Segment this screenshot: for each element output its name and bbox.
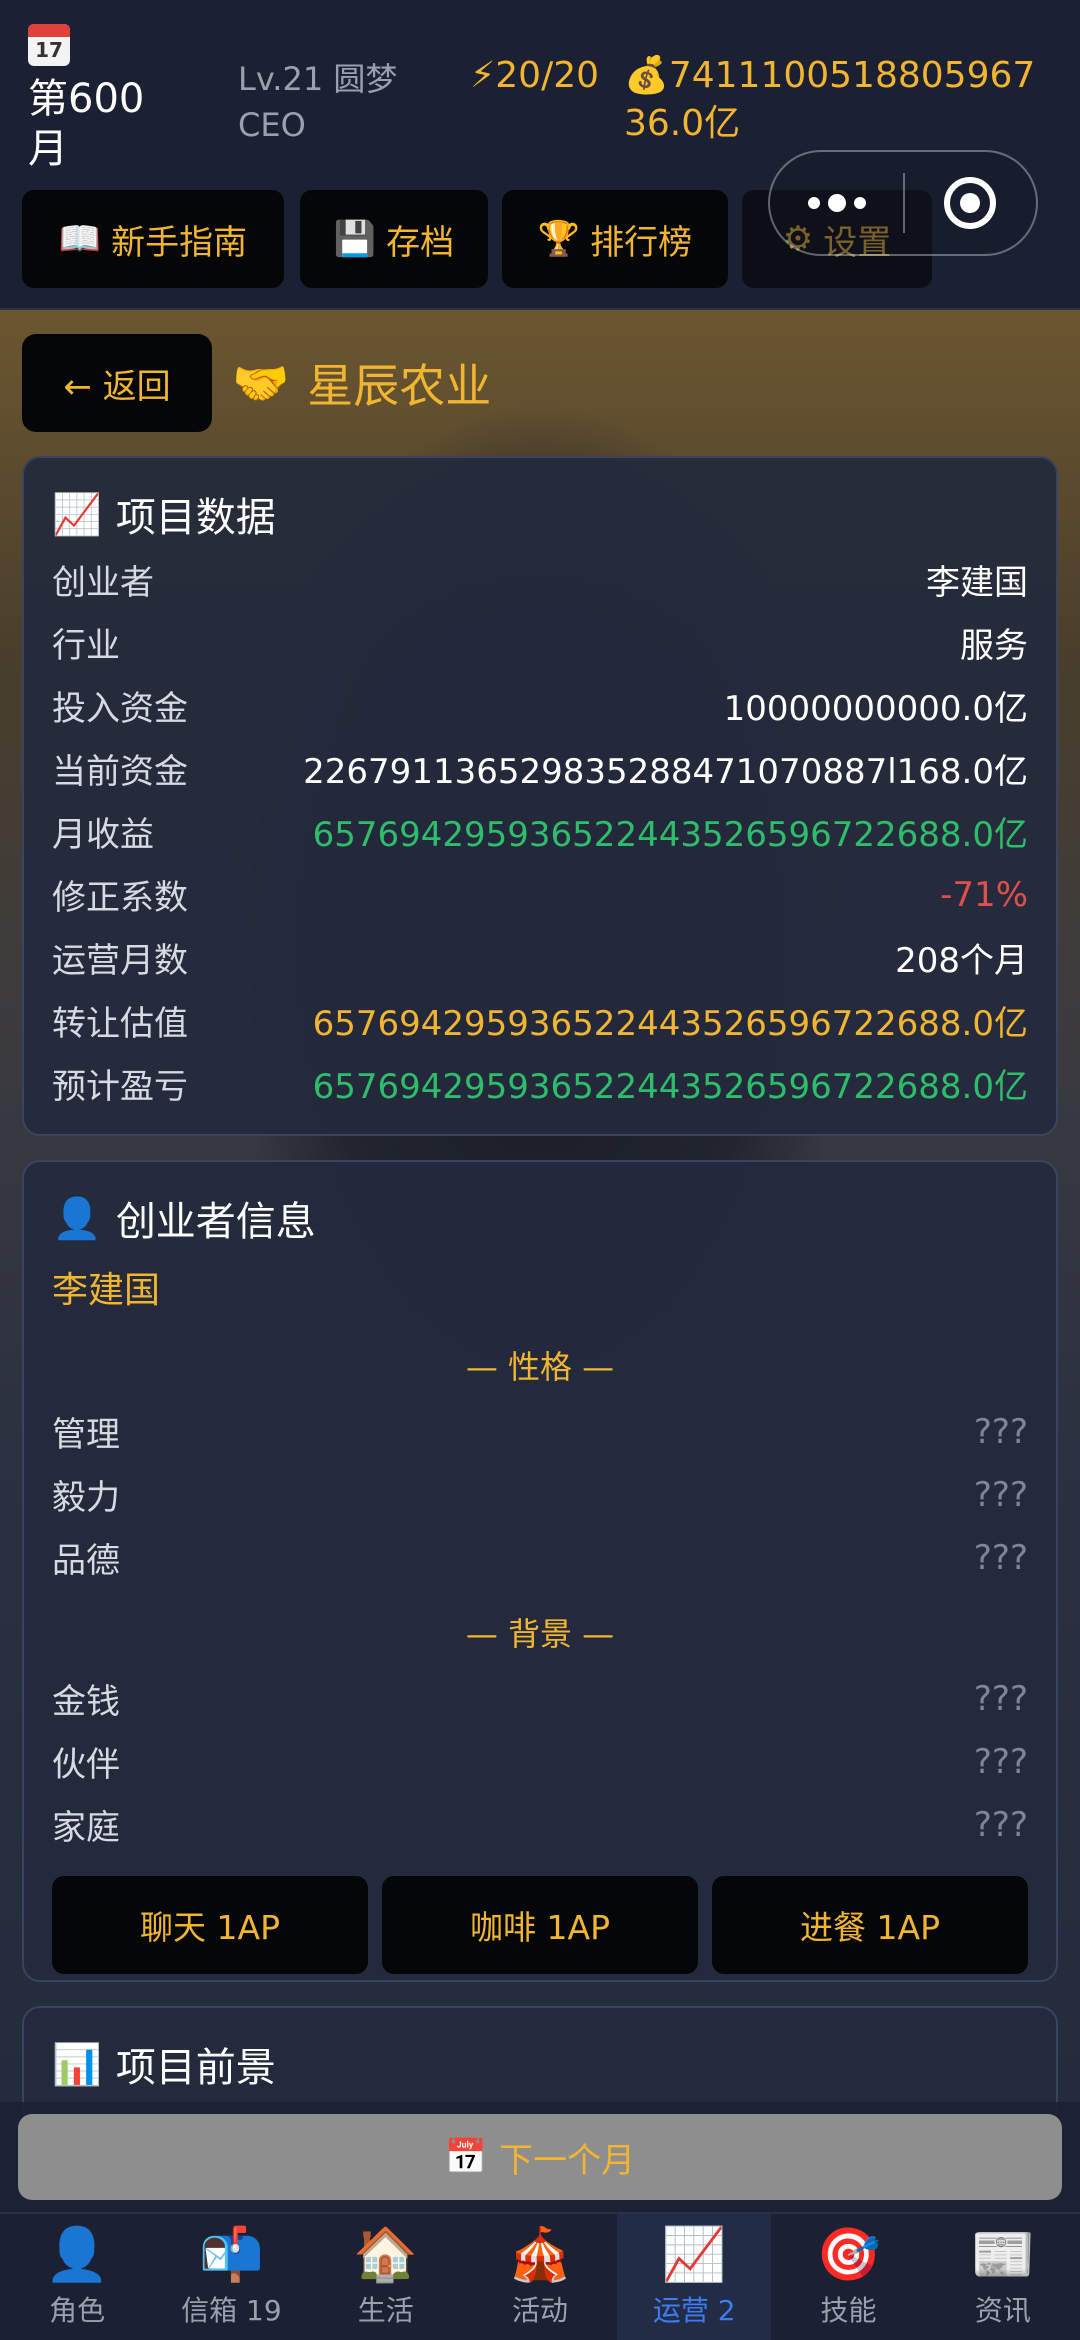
bg-row-partners: 伙伴??? — [52, 1741, 1028, 1786]
current-month: 第600月 — [28, 76, 145, 172]
project-title: 🤝 星辰农业 — [232, 350, 491, 416]
background-heading: — 背景 — — [465, 1615, 615, 1653]
chart-up-icon: 📈 — [661, 2225, 727, 2285]
nav-item-mailbox[interactable]: 📬 信箱 19 — [154, 2214, 308, 2340]
dinner-button[interactable]: 进餐 1AP — [712, 1876, 1028, 1974]
tent-icon: 🎪 — [507, 2225, 573, 2285]
founder-info-heading: 👤 创业者信息 — [52, 1195, 316, 1246]
nav-item-life[interactable]: 🏠 生活 — [309, 2214, 463, 2340]
nav-item-news[interactable]: 📰 资讯 — [926, 2214, 1080, 2340]
nav-item-events[interactable]: 🎪 活动 — [463, 2214, 617, 2340]
back-button[interactable]: ← 返回 — [22, 334, 212, 432]
more-menu-icon[interactable] — [770, 194, 903, 212]
floppy-disk-icon: 💾 — [333, 219, 377, 259]
money-counter: 💰741110051880596736.0亿 — [624, 55, 1036, 144]
top-status-bar: 17 第600月 Lv.21 圆梦CEO ⚡20/20 💰74111005188… — [0, 0, 1080, 310]
chart-up-icon: 📈 — [52, 491, 102, 538]
data-row-investment: 投入资金 10000000000.0亿 — [52, 689, 1028, 729]
personality-heading: — 性格 — — [465, 1348, 615, 1386]
handshake-icon: 🤝 — [232, 355, 290, 410]
guide-label: 新手指南 — [111, 222, 248, 263]
calendar-icon: 📅 — [444, 2137, 488, 2177]
person-icon: 👤 — [44, 2225, 110, 2285]
nav-item-operations[interactable]: 📈 运营 2 — [617, 2214, 772, 2340]
data-row-projected-pnl: 预计盈亏 657694295936522443526596722688.0亿 — [52, 1067, 1028, 1107]
bg-row-money: 金钱??? — [52, 1678, 1028, 1723]
bg-row-family: 家庭??? — [52, 1804, 1028, 1849]
data-row-current-funds: 当前资金 226791136529835288471070887l168.0亿 — [52, 752, 1028, 792]
save-label: 存档 — [386, 222, 455, 263]
mini-program-capsule — [768, 150, 1038, 256]
newspaper-icon: 📰 — [970, 2225, 1036, 2285]
energy-counter: ⚡20/20 — [470, 55, 600, 96]
save-button[interactable]: 💾 存档 — [300, 190, 488, 288]
data-row-founder: 创业者 李建国 — [52, 563, 1028, 603]
person-icon: 👤 — [52, 1195, 102, 1242]
founder-name: 李建国 — [52, 1270, 161, 1311]
trait-row-morality: 品德??? — [52, 1537, 1028, 1582]
bottom-nav: 👤 角色 📬 信箱 19 🏠 生活 🎪 活动 📈 运营 2 🎯 技能 📰 资讯 — [0, 2212, 1080, 2340]
mailbox-icon: 📬 — [199, 2225, 264, 2285]
data-row-months: 运营月数 208个月 — [52, 941, 1028, 981]
leaderboard-label: 排行榜 — [590, 222, 693, 263]
nav-item-skills[interactable]: 🎯 技能 — [771, 2214, 925, 2340]
prospect-heading: 📊 项目前景 — [52, 2041, 276, 2092]
bar-chart-icon: 📊 — [52, 2041, 102, 2088]
next-month-bar: 📅 下一个月 — [0, 2102, 1080, 2212]
month-indicator: 17 第600月 — [28, 24, 168, 174]
trait-row-management: 管理??? — [52, 1411, 1028, 1456]
founder-actions: 聊天 1AP 咖啡 1AP 进餐 1AP — [52, 1876, 1028, 1974]
close-target-icon[interactable] — [905, 177, 1036, 229]
calendar-icon: 17 — [28, 24, 70, 66]
house-icon: 🏠 — [353, 2225, 419, 2285]
data-row-valuation: 转让估值 657694295936522443526596722688.0亿 — [52, 1004, 1028, 1044]
trait-row-perseverance: 毅力??? — [52, 1474, 1028, 1519]
coffee-button[interactable]: 咖啡 1AP — [382, 1876, 698, 1974]
founder-info-card: 👤 创业者信息 李建国 — 性格 — 管理??? 毅力??? 品德??? — 背… — [22, 1160, 1058, 1982]
book-icon: 📖 — [58, 219, 102, 259]
project-data-heading: 📈 项目数据 — [52, 491, 276, 542]
next-month-button[interactable]: 📅 下一个月 — [18, 2114, 1062, 2200]
leaderboard-button[interactable]: 🏆 排行榜 — [502, 190, 728, 288]
chat-button[interactable]: 聊天 1AP — [52, 1876, 368, 1974]
trophy-icon: 🏆 — [537, 219, 581, 259]
project-name: 星辰农业 — [307, 359, 492, 413]
data-row-modifier: 修正系数 -71% — [52, 874, 1028, 919]
player-level: Lv.21 圆梦CEO — [238, 60, 398, 144]
target-icon: 🎯 — [816, 2225, 881, 2285]
data-row-monthly-income: 月收益 657694295936522443526596722688.0亿 — [52, 815, 1028, 855]
nav-item-character[interactable]: 👤 角色 — [0, 2214, 154, 2340]
project-data-card: 📈 项目数据 创业者 李建国 行业 服务 投入资金 10000000000.0亿 当前… — [22, 456, 1058, 1136]
data-row-industry: 行业 服务 — [52, 626, 1028, 666]
guide-button[interactable]: 📖 新手指南 — [22, 190, 284, 288]
